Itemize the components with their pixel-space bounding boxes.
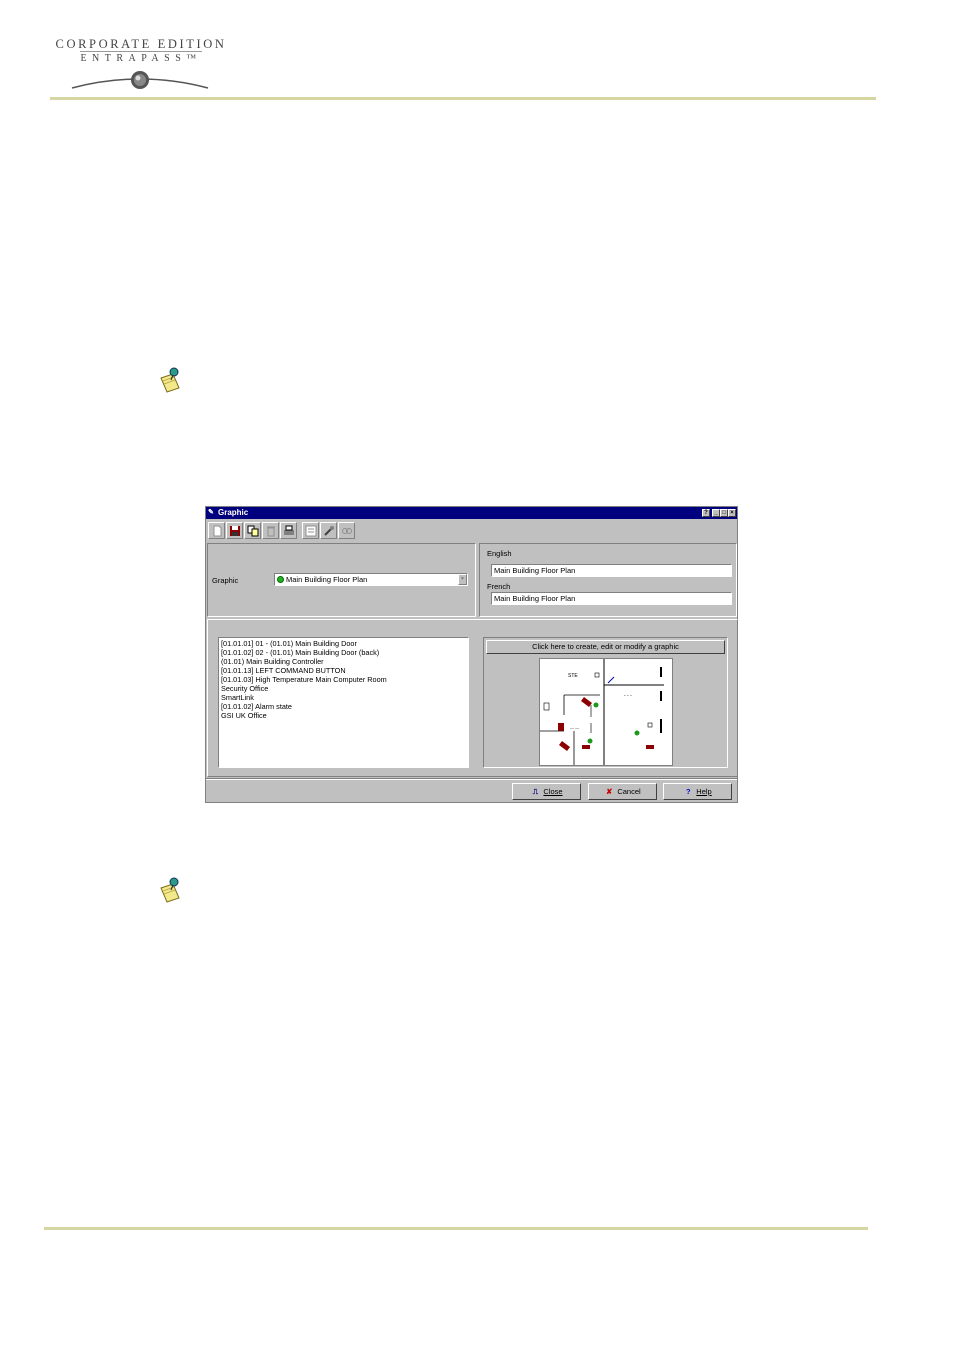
list-item[interactable]: (01.01) Main Building Controller <box>221 657 466 666</box>
delete-icon <box>267 526 275 537</box>
cancel-x-icon: ✘ <box>606 787 613 796</box>
description-panel <box>479 543 737 617</box>
minimize-button[interactable]: _ <box>712 509 720 517</box>
english-description-field[interactable]: Main Building Floor Plan <box>491 564 732 577</box>
list-item[interactable]: [01.01.02] Alarm state <box>221 702 466 711</box>
french-description-field[interactable]: Main Building Floor Plan <box>491 592 732 605</box>
svg-text:STE: STE <box>568 673 578 679</box>
button-bar-separator <box>206 778 737 780</box>
help-title-button[interactable]: ? <box>702 509 710 517</box>
list-button[interactable] <box>302 522 319 539</box>
footer-rule <box>44 1227 868 1230</box>
print-button[interactable] <box>280 522 297 539</box>
link-button[interactable] <box>320 522 337 539</box>
find-button[interactable] <box>338 522 355 539</box>
svg-text:- - -: - - - <box>624 693 632 699</box>
list-item[interactable]: [01.01.02] 02 - (01.01) Main Building Do… <box>221 648 466 657</box>
print-icon <box>284 525 294 535</box>
list-item[interactable]: [01.01.03] High Temperature Main Compute… <box>221 675 466 684</box>
door-exit-icon: ⎍ <box>532 787 539 796</box>
help-button-label: Help <box>696 787 712 796</box>
graphic-label: Graphic <box>212 576 239 585</box>
graphic-select-value: Main Building Floor Plan <box>286 575 368 584</box>
dialog-titlebar[interactable]: ✎ Graphic ? _ □ × <box>206 507 737 519</box>
floor-plan-thumbnail[interactable]: STE - - - — — <box>539 658 673 766</box>
dialog-title: Graphic <box>218 508 249 517</box>
new-button[interactable] <box>208 522 225 539</box>
help-button[interactable]: ? Help <box>663 783 732 800</box>
save-icon <box>230 526 240 536</box>
components-list[interactable]: [01.01.01] 01 - (01.01) Main Building Do… <box>218 637 469 768</box>
logo-line2: ENTRAPASS™ <box>80 53 202 64</box>
entrapass-logo: CORPORATE EDITION ENTRAPASS™ <box>50 34 232 94</box>
list-item[interactable]: GSI UK Office <box>221 711 466 720</box>
save-button[interactable] <box>226 522 243 539</box>
logo-line1: CORPORATE EDITION <box>55 37 227 51</box>
english-label: English <box>487 549 512 558</box>
logo-swoosh-icon <box>71 71 209 89</box>
cancel-button[interactable]: ✘ Cancel <box>588 783 657 800</box>
copy-button[interactable] <box>244 522 261 539</box>
edit-graphic-button[interactable]: Click here to create, edit or modify a g… <box>486 640 725 654</box>
graphic-preview-frame: Click here to create, edit or modify a g… <box>483 637 728 768</box>
maximize-button[interactable]: □ <box>720 509 728 517</box>
delete-button[interactable] <box>262 522 279 539</box>
question-mark-icon: ? <box>685 787 691 796</box>
graphic-select[interactable]: Main Building Floor Plan ▼ <box>274 573 468 586</box>
svg-text:— —: — — <box>570 725 579 730</box>
list-item[interactable]: Security Office <box>221 684 466 693</box>
note-icon <box>157 876 185 904</box>
logo-rule <box>80 51 202 52</box>
graphic-dialog: ✎ Graphic ? _ □ × Graphic Main Building … <box>205 506 738 803</box>
copy-icon <box>247 525 259 537</box>
note-icon <box>157 366 185 394</box>
status-dot-icon <box>277 576 284 583</box>
toolbar <box>208 521 737 541</box>
list-icon <box>305 525 317 537</box>
close-button[interactable]: ⎍ Close <box>512 783 581 800</box>
graphic-app-icon: ✎ <box>208 509 214 516</box>
find-icon <box>342 528 352 534</box>
link-icon <box>324 526 334 536</box>
chevron-down-icon[interactable]: ▼ <box>458 574 467 585</box>
french-label: French <box>487 582 511 591</box>
close-window-button[interactable]: × <box>728 509 736 517</box>
cancel-button-label: Cancel <box>617 787 641 796</box>
header-rule <box>50 97 876 100</box>
close-button-label: Close <box>543 787 563 796</box>
list-item[interactable]: SmartLink <box>221 693 466 702</box>
new-icon <box>213 525 222 537</box>
list-item[interactable]: [01.01.13] LEFT COMMAND BUTTON <box>221 666 466 675</box>
list-item[interactable]: [01.01.01] 01 - (01.01) Main Building Do… <box>221 639 466 648</box>
